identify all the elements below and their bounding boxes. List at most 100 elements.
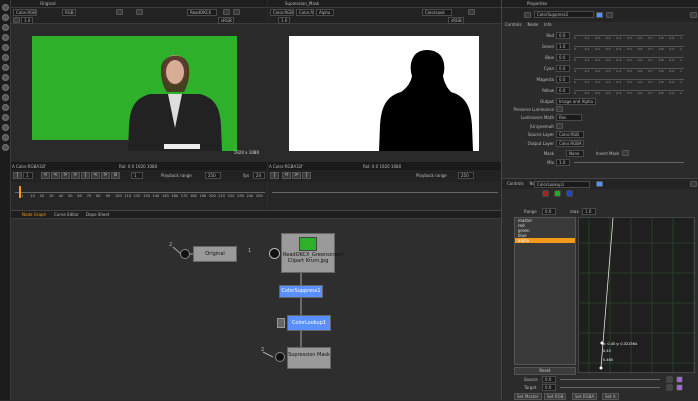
viewer-left-canvas[interactable]: 1920 x 1080 xyxy=(11,24,267,162)
mix-slider[interactable] xyxy=(574,162,684,163)
help-icon[interactable] xyxy=(596,181,603,187)
row-field-magenta[interactable]: 0.0 xyxy=(556,76,570,83)
refresh-icon[interactable] xyxy=(223,9,230,15)
display-icon[interactable] xyxy=(136,9,143,15)
fps-field[interactable]: 24 xyxy=(253,172,265,179)
row-field-blue[interactable]: 0.0 xyxy=(556,54,570,61)
row-field-green[interactable]: 1.0 xyxy=(556,43,570,50)
colorspace-select[interactable]: sRGB xyxy=(218,17,234,24)
tool-icon[interactable] xyxy=(2,144,9,151)
tool-icon[interactable] xyxy=(2,134,9,141)
output-layer-select[interactable]: Color.RGBA xyxy=(556,140,584,147)
source-slider[interactable] xyxy=(560,379,660,380)
swatch-dark-2[interactable] xyxy=(666,384,673,391)
selection-icon[interactable] xyxy=(2,4,9,11)
swatch-palette[interactable] xyxy=(676,376,683,383)
set-master-button[interactable]: Set Master xyxy=(514,393,542,400)
proxy-select[interactable]: ReadOKCX xyxy=(187,9,217,16)
channel-a-select[interactable]: Color.A xyxy=(296,9,314,16)
tool-icon[interactable] xyxy=(2,74,9,81)
set-rgba-button[interactable]: Set RGBA xyxy=(572,393,598,400)
node-color-suppress[interactable]: ColorSuppress1 xyxy=(279,285,323,298)
node-icon[interactable] xyxy=(524,12,531,18)
zoom-field[interactable]: 1.0 xyxy=(21,17,33,24)
start-field-left[interactable]: 1 xyxy=(131,172,143,179)
channel-list[interactable]: master red green blue alpha xyxy=(514,217,576,365)
play-back-button[interactable]: < xyxy=(282,172,291,179)
lum-math-select[interactable]: Rec. xyxy=(556,114,582,121)
swatch-dark[interactable] xyxy=(666,376,673,383)
invert-mask-checkbox[interactable] xyxy=(622,150,629,156)
play-fwd-button[interactable]: > xyxy=(292,172,301,179)
settings-icon[interactable] xyxy=(233,9,240,15)
tool-icon[interactable] xyxy=(2,34,9,41)
curve-canvas[interactable]: x: 0.45 y: 0.321564 0.45 0.465 xyxy=(578,217,696,374)
timeline-right[interactable] xyxy=(268,182,501,210)
node-name-field[interactable]: ColorSuppress1 xyxy=(534,11,594,18)
swatch-palette-2[interactable] xyxy=(676,384,683,391)
set-a-button[interactable]: Set A xyxy=(602,393,619,400)
viewer-left-tab[interactable]: Original xyxy=(37,1,59,6)
colorspace-select-right[interactable]: sRGB xyxy=(448,17,464,24)
channel-b-select[interactable]: Alpha xyxy=(316,9,334,16)
close-icon[interactable] xyxy=(690,181,697,187)
color-mode-select[interactable]: Color.RGB xyxy=(13,9,37,16)
node-mask[interactable]: Supression Mask xyxy=(287,347,331,369)
blue-channel-box[interactable] xyxy=(566,190,573,197)
play-back-button[interactable]: < xyxy=(41,172,50,179)
last-frame-button[interactable]: | xyxy=(81,172,90,179)
eye-icon[interactable] xyxy=(275,352,285,362)
tool-icon[interactable] xyxy=(2,114,9,121)
lookup-tab-controls[interactable]: Controls xyxy=(504,181,527,186)
loop-button[interactable]: o xyxy=(111,172,120,179)
reset-button[interactable]: Reset xyxy=(514,367,576,375)
tool-icon[interactable] xyxy=(2,94,9,101)
target-field[interactable]: 0.0 xyxy=(542,384,556,391)
source-field[interactable]: 0.0 xyxy=(542,376,556,383)
green-channel-box[interactable] xyxy=(554,190,561,197)
row-field-cyan[interactable]: 0.0 xyxy=(556,65,570,72)
range-max-field[interactable]: 1.0 xyxy=(582,208,596,215)
tab-controls[interactable]: Controls xyxy=(502,22,525,27)
last-frame-button[interactable]: | xyxy=(302,172,311,179)
step-fwd-button[interactable]: > xyxy=(61,172,70,179)
mask-select[interactable]: None xyxy=(566,150,584,157)
viewer-icon[interactable] xyxy=(2,14,9,21)
node-color-lookup[interactable]: ColorLookup1 xyxy=(287,315,331,331)
source-layer-select[interactable]: Color.RGB xyxy=(556,131,584,138)
frame-field-left[interactable]: 1 xyxy=(23,172,33,179)
red-channel-box[interactable] xyxy=(542,190,549,197)
set-rgb-button[interactable]: Set RGB xyxy=(544,393,567,400)
play-fwd-button[interactable]: > xyxy=(71,172,80,179)
prev-key-button[interactable]: < xyxy=(91,172,100,179)
eye-icon[interactable] xyxy=(180,249,190,259)
tab-node[interactable]: Node xyxy=(525,22,541,27)
help-icon[interactable] xyxy=(596,12,603,18)
step-back-button[interactable]: < xyxy=(51,172,60,179)
output-select[interactable]: Image and Alpha xyxy=(556,98,596,105)
range-min-field[interactable]: 0.0 xyxy=(542,208,556,215)
tool-icon[interactable] xyxy=(2,124,9,131)
tool-icon[interactable] xyxy=(2,104,9,111)
viewer-right-canvas[interactable] xyxy=(268,24,501,162)
lookup-name-field[interactable]: ColorLookup1 xyxy=(534,181,590,188)
properties-title[interactable]: Properties xyxy=(524,1,550,6)
gain-icon[interactable] xyxy=(13,17,20,23)
tab-info[interactable]: Info xyxy=(541,22,555,27)
curve-point[interactable] xyxy=(599,366,603,370)
node-original[interactable]: Original xyxy=(193,246,237,262)
timeline-left[interactable]: 1 10 20 30 40 50 60 70 80 90 100 110 120 130 140 150 160… xyxy=(11,182,267,210)
channel-select[interactable]: RGB xyxy=(62,9,76,16)
tool-icon[interactable] xyxy=(2,54,9,61)
row-field-yellow[interactable]: 0.0 xyxy=(556,87,570,94)
grid-icon[interactable] xyxy=(2,24,9,31)
end-field-right[interactable]: 250 xyxy=(458,172,474,179)
color-mode-select-right[interactable]: Color.RGB xyxy=(270,9,294,16)
tool-icon[interactable] xyxy=(2,44,9,51)
preserve-lum-checkbox[interactable] xyxy=(556,106,563,112)
close-icon[interactable] xyxy=(690,12,697,18)
next-key-button[interactable]: > xyxy=(101,172,110,179)
color-icon[interactable] xyxy=(606,12,613,18)
row-field-red[interactable]: 0.0 xyxy=(556,32,570,39)
tool-icon[interactable] xyxy=(2,84,9,91)
